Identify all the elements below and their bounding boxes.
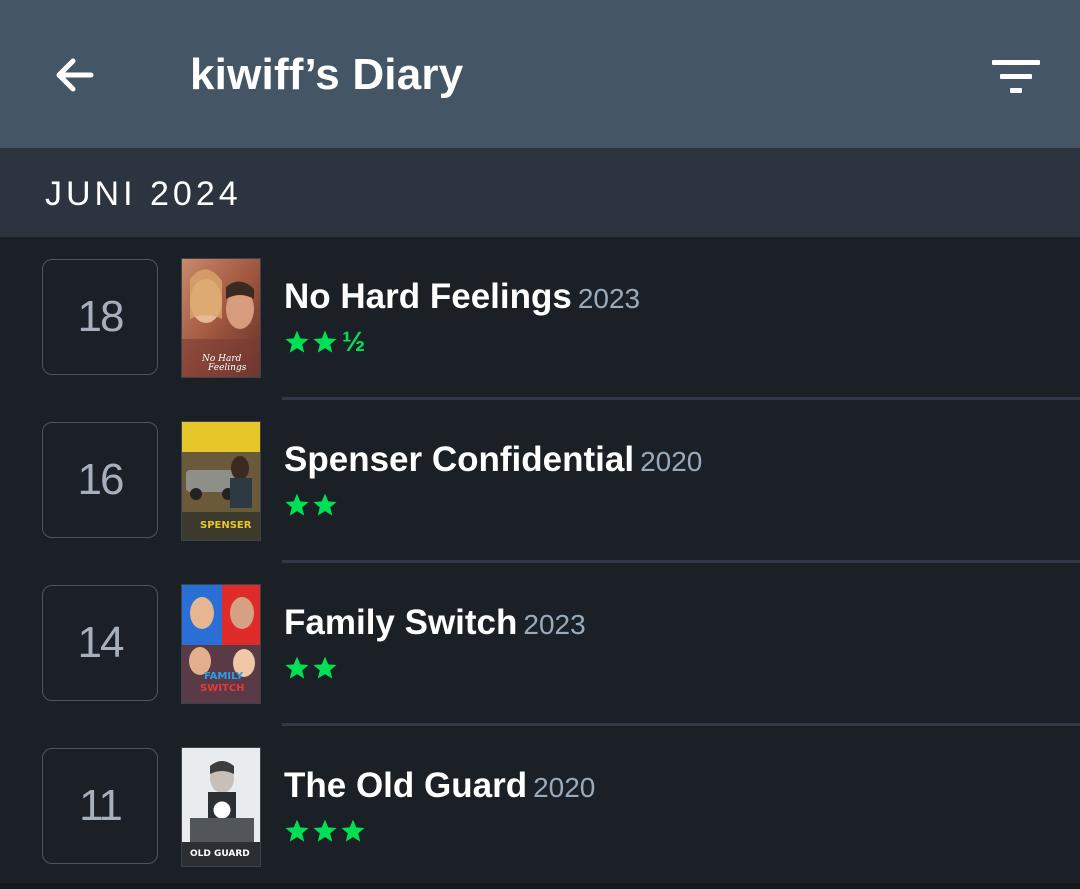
film-poster[interactable]: No Hard Feelings: [181, 258, 261, 378]
month-label: JUNI 2024: [45, 175, 242, 213]
diary-entry[interactable]: 11 OLD GUARD The Old Guard 2020: [0, 726, 1080, 889]
film-name: Spenser Confidential: [284, 440, 635, 479]
app-bar: kiwiff’s Diary: [0, 0, 1080, 148]
film-title: The Old Guard 2020: [284, 766, 595, 806]
star-icon: [285, 493, 309, 516]
film-poster[interactable]: FAMILY SWITCH: [181, 584, 261, 704]
star-rating: [284, 492, 338, 518]
film-name: The Old Guard: [284, 766, 528, 805]
diary-entry[interactable]: 16 SPENSER Spenser Confidential 2020: [0, 400, 1080, 563]
arrow-left-icon: [56, 58, 94, 92]
film-year: 2023: [577, 283, 641, 314]
film-year: 2020: [640, 446, 703, 477]
star-icon: [285, 819, 309, 842]
diary-list: 18 No Hard Feelings No Hard Feelings 2023: [0, 237, 1080, 883]
star-icon: [313, 493, 337, 516]
film-year: 2020: [533, 772, 596, 803]
svg-text:OLD GUARD: OLD GUARD: [190, 849, 250, 859]
svg-text:SPENSER: SPENSER: [200, 520, 252, 531]
star-icon: [285, 656, 309, 679]
star-rating: ½: [284, 326, 366, 357]
page-title: kiwiff’s Diary: [190, 50, 464, 99]
star-icon: [341, 819, 365, 842]
star-icon: [313, 330, 337, 353]
entry-day: 11: [42, 748, 158, 864]
star-icon: [313, 819, 337, 842]
film-poster[interactable]: OLD GUARD: [181, 747, 261, 867]
film-title: No Hard Feelings 2023: [284, 277, 640, 317]
film-year: 2023: [523, 609, 586, 640]
back-button[interactable]: [40, 40, 110, 110]
entry-day: 18: [42, 259, 158, 375]
svg-text:Feelings: Feelings: [207, 363, 247, 373]
film-name: Family Switch: [284, 603, 518, 642]
entry-day: 14: [42, 585, 158, 701]
svg-text:FAMILY: FAMILY: [204, 671, 244, 682]
star-icon: [285, 330, 309, 353]
film-title: Spenser Confidential 2020: [284, 440, 702, 480]
entry-day: 16: [42, 422, 158, 538]
diary-entry[interactable]: 18 No Hard Feelings No Hard Feelings 2023: [0, 237, 1080, 400]
film-poster[interactable]: SPENSER: [181, 421, 261, 541]
half-star-icon: ½: [342, 326, 366, 357]
svg-text:SWITCH: SWITCH: [200, 683, 244, 694]
star-rating: [284, 818, 366, 844]
filter-button[interactable]: [980, 44, 1052, 108]
film-title: Family Switch 2023: [284, 603, 586, 643]
filter-icon: [992, 60, 1040, 93]
star-icon: [313, 656, 337, 679]
diary-entry[interactable]: 14 FAMILY SWITCH Family Switch 2023: [0, 563, 1080, 726]
star-rating: [284, 655, 338, 681]
film-name: No Hard Feelings: [284, 277, 572, 316]
